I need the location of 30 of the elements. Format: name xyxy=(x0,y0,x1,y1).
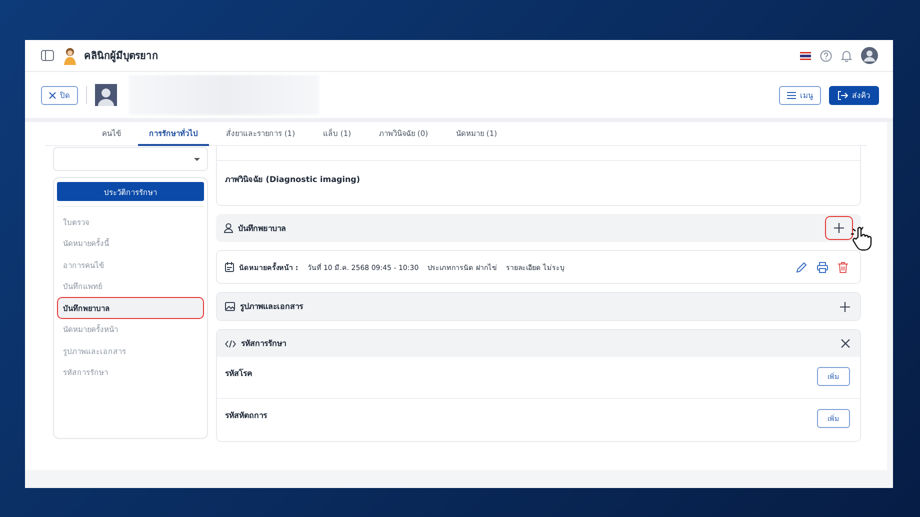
close-icon xyxy=(49,92,56,98)
section-title: รหัสการรักษา xyxy=(241,338,286,350)
plus-icon xyxy=(840,302,850,312)
add-button[interactable] xyxy=(838,300,852,314)
delete-icon[interactable] xyxy=(838,262,848,272)
clinic-title: คลินิกผู้มีบุตรยาก xyxy=(84,49,158,63)
add-button[interactable] xyxy=(825,216,853,240)
exit-arrow-icon xyxy=(838,90,848,100)
patient-avatar-icon xyxy=(95,84,117,106)
help-icon[interactable] xyxy=(820,50,832,62)
close-button[interactable] xyxy=(839,337,852,350)
imaging-title: ภาพวินิจฉัย (Diagnostic imaging) xyxy=(225,175,360,184)
thai-flag-icon[interactable] xyxy=(800,52,811,60)
section-title: บันทึกพยาบาล xyxy=(238,222,286,234)
plus-icon xyxy=(834,223,844,233)
sidebar-toggle-icon[interactable] xyxy=(41,50,54,61)
print-icon[interactable] xyxy=(817,262,828,272)
menu-icon xyxy=(787,92,796,98)
calendar-icon xyxy=(225,262,234,272)
close-icon xyxy=(841,339,850,348)
image-icon xyxy=(225,302,235,311)
user-avatar-icon[interactable] xyxy=(861,47,878,64)
code-icon xyxy=(225,340,236,348)
code-label: รหัสโรค xyxy=(225,368,252,380)
person-icon xyxy=(224,223,233,233)
edit-icon[interactable] xyxy=(796,262,807,272)
code-label: รหัสหัตถการ xyxy=(225,410,267,422)
notification-bell-icon[interactable] xyxy=(841,50,852,62)
section-title: รูปภาพและเอกสาร xyxy=(240,301,303,313)
woman-logo-icon xyxy=(62,46,78,64)
